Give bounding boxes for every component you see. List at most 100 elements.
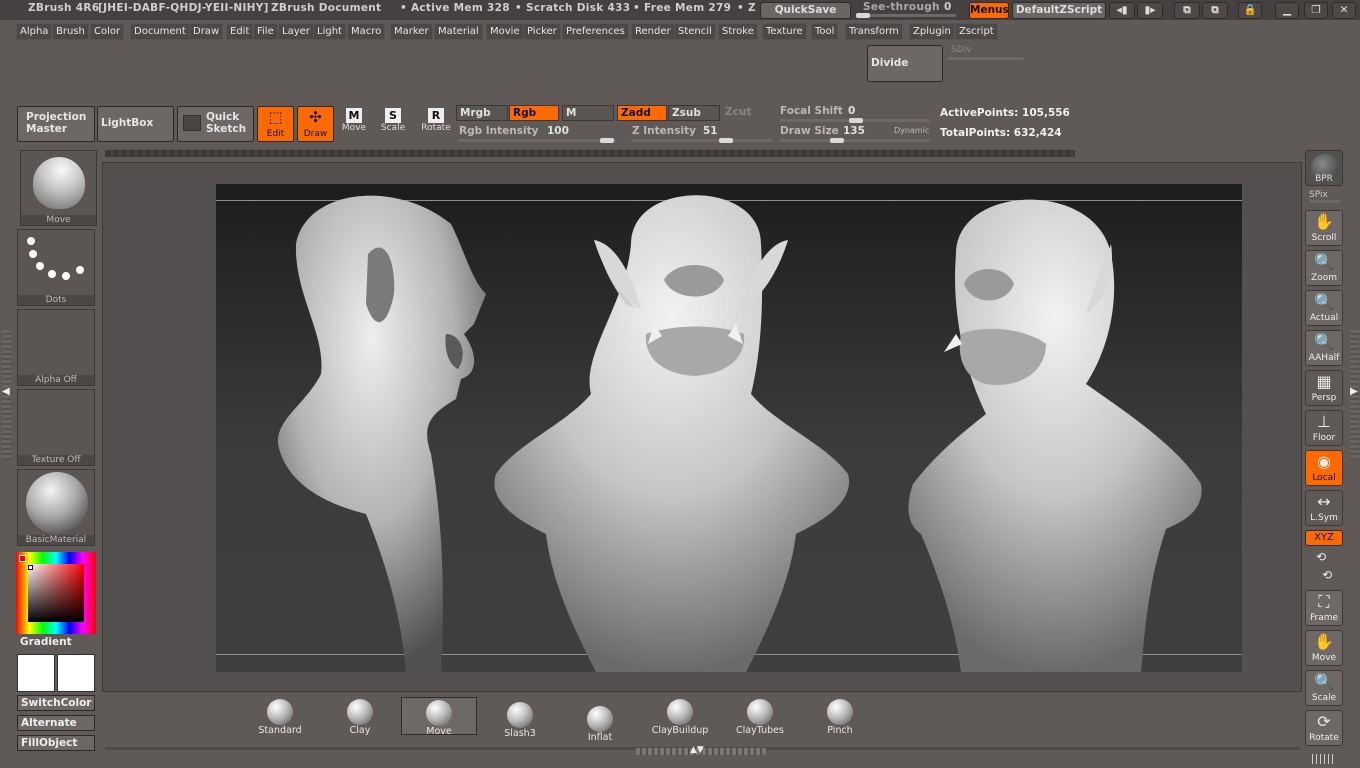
- projection-master-button[interactable]: Projection Master: [17, 106, 95, 142]
- scroll-button[interactable]: ✋ Scroll: [1305, 210, 1343, 246]
- floor-button[interactable]: ⊥ Floor: [1305, 410, 1343, 446]
- draw-size-knob[interactable]: [830, 138, 844, 143]
- zcut-button[interactable]: Zcut: [722, 105, 772, 121]
- brush-clay[interactable]: Clay: [322, 697, 398, 737]
- brush-claytubes[interactable]: ClayTubes: [722, 697, 798, 737]
- maximize-icon[interactable]: ❐: [1304, 2, 1328, 19]
- local-button[interactable]: ◉ Local: [1305, 450, 1343, 486]
- spix-slider[interactable]: [1310, 200, 1340, 203]
- zsub-button[interactable]: Zsub: [668, 105, 720, 121]
- default-zscript-button[interactable]: DefaultZScript: [1012, 2, 1106, 19]
- menu-zscript[interactable]: Zscript: [955, 23, 998, 40]
- close-icon[interactable]: ✕: [1332, 2, 1356, 19]
- z-intensity-slider[interactable]: [631, 139, 773, 142]
- m-button[interactable]: M: [562, 105, 614, 121]
- zoom-button[interactable]: 🔍 Zoom: [1305, 250, 1343, 286]
- rotate-view-button[interactable]: ⟳ Rotate: [1305, 710, 1343, 746]
- current-brush-thumb[interactable]: Move: [20, 150, 97, 226]
- texture-thumb[interactable]: Texture Off: [17, 389, 95, 466]
- menu-macro[interactable]: Macro: [347, 23, 386, 40]
- bpr-button[interactable]: BPR: [1305, 150, 1343, 186]
- menu-color[interactable]: Color: [90, 23, 125, 40]
- bottom-tray-arrow-icon[interactable]: ▲▼: [690, 745, 704, 755]
- aahalf-button[interactable]: 🔍 AAHalf: [1305, 330, 1343, 366]
- brush-slash3[interactable]: Slash3: [482, 700, 558, 740]
- quicksave-button[interactable]: QuickSave: [760, 2, 851, 19]
- mrgb-button[interactable]: Mrgb: [456, 105, 508, 121]
- menu-zplugin[interactable]: Zplugin: [909, 23, 955, 40]
- rotate-y-icon[interactable]: ⟲: [1316, 550, 1326, 564]
- persp-button[interactable]: ▦ Persp: [1305, 370, 1343, 406]
- menu-edit[interactable]: Edit: [226, 23, 254, 40]
- primary-color-swatch[interactable]: [17, 654, 55, 692]
- alternate-button[interactable]: Alternate: [17, 715, 95, 731]
- layout-right-icon[interactable]: ▮▸: [1137, 2, 1163, 19]
- see-through-slider-track[interactable]: [856, 14, 956, 17]
- lightbox-button[interactable]: LightBox: [97, 106, 174, 142]
- menu-picker[interactable]: Picker: [523, 23, 561, 40]
- dynamic-toggle[interactable]: Dynamic: [894, 126, 929, 135]
- rotate-mode-button[interactable]: R Rotate: [418, 108, 454, 140]
- rgb-button[interactable]: Rgb: [509, 105, 559, 121]
- menu-tool[interactable]: Tool: [811, 23, 839, 40]
- brush-pinch[interactable]: Pinch: [802, 697, 878, 737]
- top-scroll-strip[interactable]: [105, 150, 1075, 157]
- document-canvas[interactable]: [216, 184, 1242, 672]
- brush-move[interactable]: Move: [401, 697, 477, 737]
- menu-document[interactable]: Document: [130, 23, 190, 40]
- fill-object-button[interactable]: FillObject: [17, 735, 95, 751]
- menus-button[interactable]: Menus: [969, 2, 1009, 19]
- switch-color-button[interactable]: SwitchColor: [17, 695, 95, 711]
- window-tile-icon[interactable]: ⧉: [1174, 2, 1200, 19]
- xyz-button[interactable]: XYZ: [1305, 530, 1343, 546]
- z-intensity-knob[interactable]: [719, 138, 733, 143]
- sdiv-slider[interactable]: [947, 57, 1024, 60]
- quick-sketch-button[interactable]: Quick Sketch: [177, 106, 254, 142]
- minimize-icon[interactable]: ▁: [1275, 2, 1299, 19]
- divide-button[interactable]: Divide: [867, 45, 943, 82]
- focal-shift-knob[interactable]: [849, 118, 863, 123]
- rgb-intensity-knob[interactable]: [600, 138, 614, 143]
- menu-material[interactable]: Material: [434, 23, 483, 40]
- menu-alpha[interactable]: Alpha: [16, 23, 53, 40]
- draw-button[interactable]: ✣ Draw: [297, 106, 334, 142]
- secondary-color-swatch[interactable]: [57, 654, 95, 692]
- menu-layer[interactable]: Layer: [278, 23, 314, 40]
- left-tray-arrow-icon[interactable]: ◀: [2, 386, 10, 397]
- color-picker[interactable]: [16, 552, 96, 634]
- rgb-intensity-slider[interactable]: [458, 139, 616, 142]
- move-mode-button[interactable]: M Move: [339, 108, 369, 140]
- zadd-button[interactable]: Zadd: [617, 105, 667, 121]
- material-thumb[interactable]: BasicMaterial: [17, 469, 95, 546]
- edit-button[interactable]: ⬚ Edit: [257, 106, 294, 142]
- menu-draw[interactable]: Draw: [189, 23, 224, 40]
- menu-render[interactable]: Render: [631, 23, 675, 40]
- scale-mode-button[interactable]: S Scale: [378, 108, 408, 140]
- color-picker-square[interactable]: [28, 564, 84, 622]
- move-view-button[interactable]: ✋ Move: [1305, 630, 1343, 666]
- rotate-z-icon[interactable]: ⟲: [1322, 568, 1332, 582]
- menu-marker[interactable]: Marker: [390, 23, 433, 40]
- menu-texture[interactable]: Texture: [762, 23, 807, 40]
- frame-button[interactable]: ⛶ Frame: [1305, 590, 1343, 626]
- brush-inflat[interactable]: Inflat: [562, 704, 638, 744]
- grid-icon[interactable]: [1312, 754, 1336, 764]
- alpha-thumb[interactable]: Alpha Off: [17, 309, 95, 386]
- right-tray-arrow-icon[interactable]: ▶: [1350, 386, 1358, 397]
- stroke-thumb[interactable]: Dots: [17, 229, 95, 306]
- layout-left-icon[interactable]: ◂▮: [1109, 2, 1135, 19]
- menu-brush[interactable]: Brush: [52, 23, 89, 40]
- lsym-button[interactable]: ↔ L.Sym: [1305, 490, 1343, 526]
- see-through-slider-knob[interactable]: [856, 13, 870, 18]
- draw-size-slider[interactable]: [780, 139, 930, 142]
- brush-standard[interactable]: Standard: [242, 697, 318, 737]
- menu-transform[interactable]: Transform: [845, 23, 903, 40]
- scale-view-button[interactable]: 🔍 Scale: [1305, 670, 1343, 706]
- window-cascade-icon[interactable]: ⧉: [1202, 2, 1228, 19]
- menu-light[interactable]: Light: [313, 23, 346, 40]
- brush-claybuildup[interactable]: ClayBuildup: [642, 697, 718, 737]
- menu-stencil[interactable]: Stencil: [674, 23, 716, 40]
- menu-movie[interactable]: Movie: [486, 23, 524, 40]
- lock-icon[interactable]: 🔒: [1238, 2, 1262, 19]
- menu-file[interactable]: File: [253, 23, 278, 40]
